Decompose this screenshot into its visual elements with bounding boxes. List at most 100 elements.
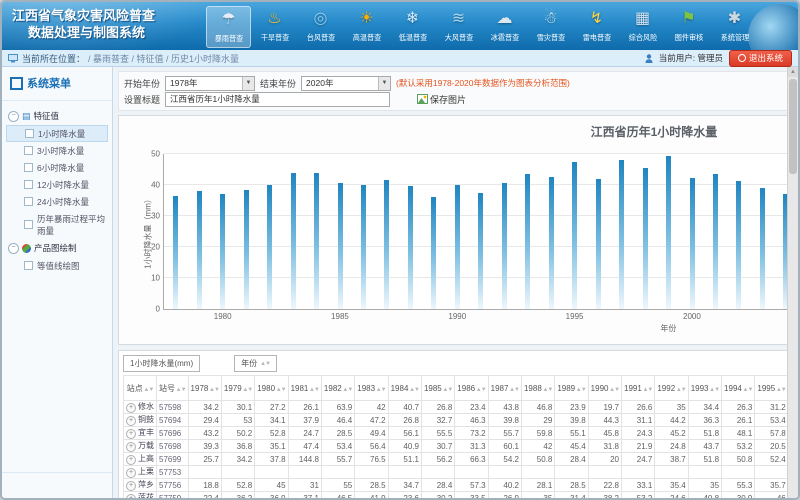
- nav-item-typhoon[interactable]: ◎台风普查: [298, 6, 343, 48]
- year-sort-header[interactable]: 年份▲▼: [234, 355, 277, 372]
- value-cell: 20: [588, 453, 621, 466]
- value-cell: 44.2: [655, 414, 688, 427]
- sort-icon[interactable]: ▲▼: [242, 387, 253, 393]
- nav-item-high-temp[interactable]: ☀高温普查: [344, 6, 389, 48]
- year-header-cell[interactable]: 1995 ▲▼: [755, 376, 788, 401]
- nav-item-settings[interactable]: ✱系统管理: [712, 6, 757, 48]
- sidebar-item[interactable]: 24小时降水量: [6, 193, 108, 210]
- expand-icon[interactable]: +: [126, 481, 136, 491]
- sort-icon[interactable]: ▲▼: [375, 387, 386, 393]
- sidebar-item[interactable]: 历年暴雨过程平均雨量: [6, 210, 108, 239]
- year-header-cell[interactable]: 1988 ▲▼: [521, 376, 554, 401]
- year-header-cell[interactable]: 1983 ▲▼: [355, 376, 388, 401]
- sort-icon[interactable]: ▲▼: [575, 387, 586, 393]
- sort-icon[interactable]: ▲▼: [542, 387, 553, 393]
- year-header-cell[interactable]: 1985 ▲▼: [421, 376, 454, 401]
- sidebar-item[interactable]: 等值线绘图: [6, 257, 108, 274]
- collapse-icon[interactable]: −: [8, 243, 19, 254]
- sort-icon[interactable]: ▲▼: [642, 387, 653, 393]
- sort-icon[interactable]: ▲▼: [175, 387, 186, 393]
- year-header-cell[interactable]: 1994 ▲▼: [722, 376, 755, 401]
- scroll-up-icon[interactable]: ▲: [788, 67, 798, 77]
- nav-item-drought[interactable]: ♨干旱普查: [252, 6, 297, 48]
- sort-icon[interactable]: ▲▼: [508, 387, 519, 393]
- value-cell: 36.3: [688, 414, 721, 427]
- table-panel: 1小时降水量(mm) 年份▲▼ 站点 ▲▼站号 ▲▼1978 ▲▼1979 ▲▼…: [118, 350, 800, 500]
- sort-icon[interactable]: ▲▼: [709, 387, 720, 393]
- station-id-header[interactable]: 站号 ▲▼: [157, 376, 189, 401]
- value-cell: 28.4: [555, 453, 588, 466]
- nav-item-hail[interactable]: ☁冰雹普查: [482, 6, 527, 48]
- year-header-cell[interactable]: 1993 ▲▼: [688, 376, 721, 401]
- year-header-cell[interactable]: 1979 ▲▼: [221, 376, 254, 401]
- bar-national: [408, 186, 413, 309]
- sidebar-item[interactable]: 1小时降水量: [6, 125, 108, 142]
- year-header-cell[interactable]: 1990 ▲▼: [588, 376, 621, 401]
- save-image-button[interactable]: 保存图片: [417, 93, 466, 106]
- sort-icon[interactable]: ▲▼: [442, 387, 453, 393]
- expand-icon[interactable]: +: [126, 416, 136, 426]
- sort-icon[interactable]: ▲▼: [275, 387, 286, 393]
- year-header-cell[interactable]: 1980 ▲▼: [255, 376, 288, 401]
- nav-item-map-review[interactable]: ⚑图件审核: [666, 6, 711, 48]
- nav-item-lightning[interactable]: ↯雷电普查: [574, 6, 619, 48]
- nav-item-label: 高温普查: [352, 32, 381, 42]
- expand-icon[interactable]: +: [126, 468, 136, 478]
- sidebar-item[interactable]: 6小时降水量: [6, 159, 108, 176]
- year-header-cell[interactable]: 1978 ▲▼: [188, 376, 221, 401]
- sort-icon[interactable]: ▲▼: [742, 387, 753, 393]
- sort-icon[interactable]: ▲▼: [675, 387, 686, 393]
- chart-title-input[interactable]: 江西省历年1小时降水量: [165, 92, 390, 107]
- bar-national: [549, 177, 554, 309]
- year-header-cell[interactable]: 1989 ▲▼: [555, 376, 588, 401]
- nav-item-wind[interactable]: ≋大风普查: [436, 6, 481, 48]
- sort-icon[interactable]: ▲▼: [408, 387, 419, 393]
- bar-national: [619, 160, 624, 309]
- sidebar-group[interactable]: −产品图绘制: [6, 239, 108, 257]
- value-cell: 57.8: [755, 427, 788, 440]
- sort-icon[interactable]: ▲▼: [308, 387, 319, 393]
- year-header-cell[interactable]: 1987 ▲▼: [488, 376, 521, 401]
- logout-button[interactable]: 退出系统: [729, 50, 792, 67]
- expand-icon[interactable]: +: [126, 403, 136, 413]
- expand-icon[interactable]: +: [126, 442, 136, 452]
- sort-icon[interactable]: ▲▼: [342, 387, 353, 393]
- toolbar-row-2: 设置标题 江西省历年1小时降水量 保存图片: [124, 91, 800, 107]
- nav-item-snow[interactable]: ☃雪灾普查: [528, 6, 573, 48]
- breadcrumb-path[interactable]: / 暴雨普查 / 特征值 / 历史1小时降水量: [88, 52, 239, 65]
- value-cell: 35.1: [255, 440, 288, 453]
- table-row: +萍乡5775618.852.845315528.534.728.457.340…: [124, 479, 800, 492]
- year-header-cell[interactable]: 1992 ▲▼: [655, 376, 688, 401]
- value-cell: 50.2: [221, 427, 254, 440]
- station-header[interactable]: 站点 ▲▼: [124, 376, 157, 401]
- nav-item-low-temp[interactable]: ❄低温普查: [390, 6, 435, 48]
- vertical-scrollbar[interactable]: ▲: [787, 67, 798, 499]
- sort-icon[interactable]: ▲▼: [143, 387, 154, 393]
- sidebar-item[interactable]: 3小时降水量: [6, 142, 108, 159]
- sidebar-tree: −▤特征值1小时降水量3小时降水量6小时降水量12小时降水量24小时降水量历年暴…: [2, 101, 112, 472]
- nav-item-composite[interactable]: ▦综合风险: [620, 6, 665, 48]
- sidebar-item[interactable]: 12小时降水量: [6, 176, 108, 193]
- expand-icon[interactable]: +: [126, 494, 136, 500]
- unit-toggle[interactable]: 1小时降水量(mm): [123, 355, 200, 372]
- year-header-cell[interactable]: 1982 ▲▼: [321, 376, 354, 401]
- vscroll-thumb[interactable]: [789, 79, 797, 174]
- year-header-cell[interactable]: 1981 ▲▼: [288, 376, 321, 401]
- nav-item-rainstorm[interactable]: ☂暴雨普查: [206, 6, 251, 48]
- expand-icon[interactable]: +: [126, 429, 136, 439]
- expand-icon[interactable]: +: [126, 455, 136, 465]
- header-label: 1994: [724, 384, 742, 393]
- sidebar-group[interactable]: −▤特征值: [6, 107, 108, 125]
- value-cell: 34.2: [221, 453, 254, 466]
- end-year-select[interactable]: 2020年▼: [301, 76, 391, 91]
- year-header-cell[interactable]: 1986 ▲▼: [455, 376, 488, 401]
- sort-icon[interactable]: ▲▼: [775, 387, 786, 393]
- year-header-cell[interactable]: 1991 ▲▼: [622, 376, 655, 401]
- year-header-cell[interactable]: 1984 ▲▼: [388, 376, 421, 401]
- sort-icon[interactable]: ▲▼: [208, 387, 219, 393]
- sort-icon[interactable]: ▲▼: [475, 387, 486, 393]
- checkbox-icon: [24, 180, 33, 189]
- sort-icon[interactable]: ▲▼: [608, 387, 619, 393]
- start-year-select[interactable]: 1978年▼: [165, 76, 255, 91]
- collapse-icon[interactable]: −: [8, 111, 19, 122]
